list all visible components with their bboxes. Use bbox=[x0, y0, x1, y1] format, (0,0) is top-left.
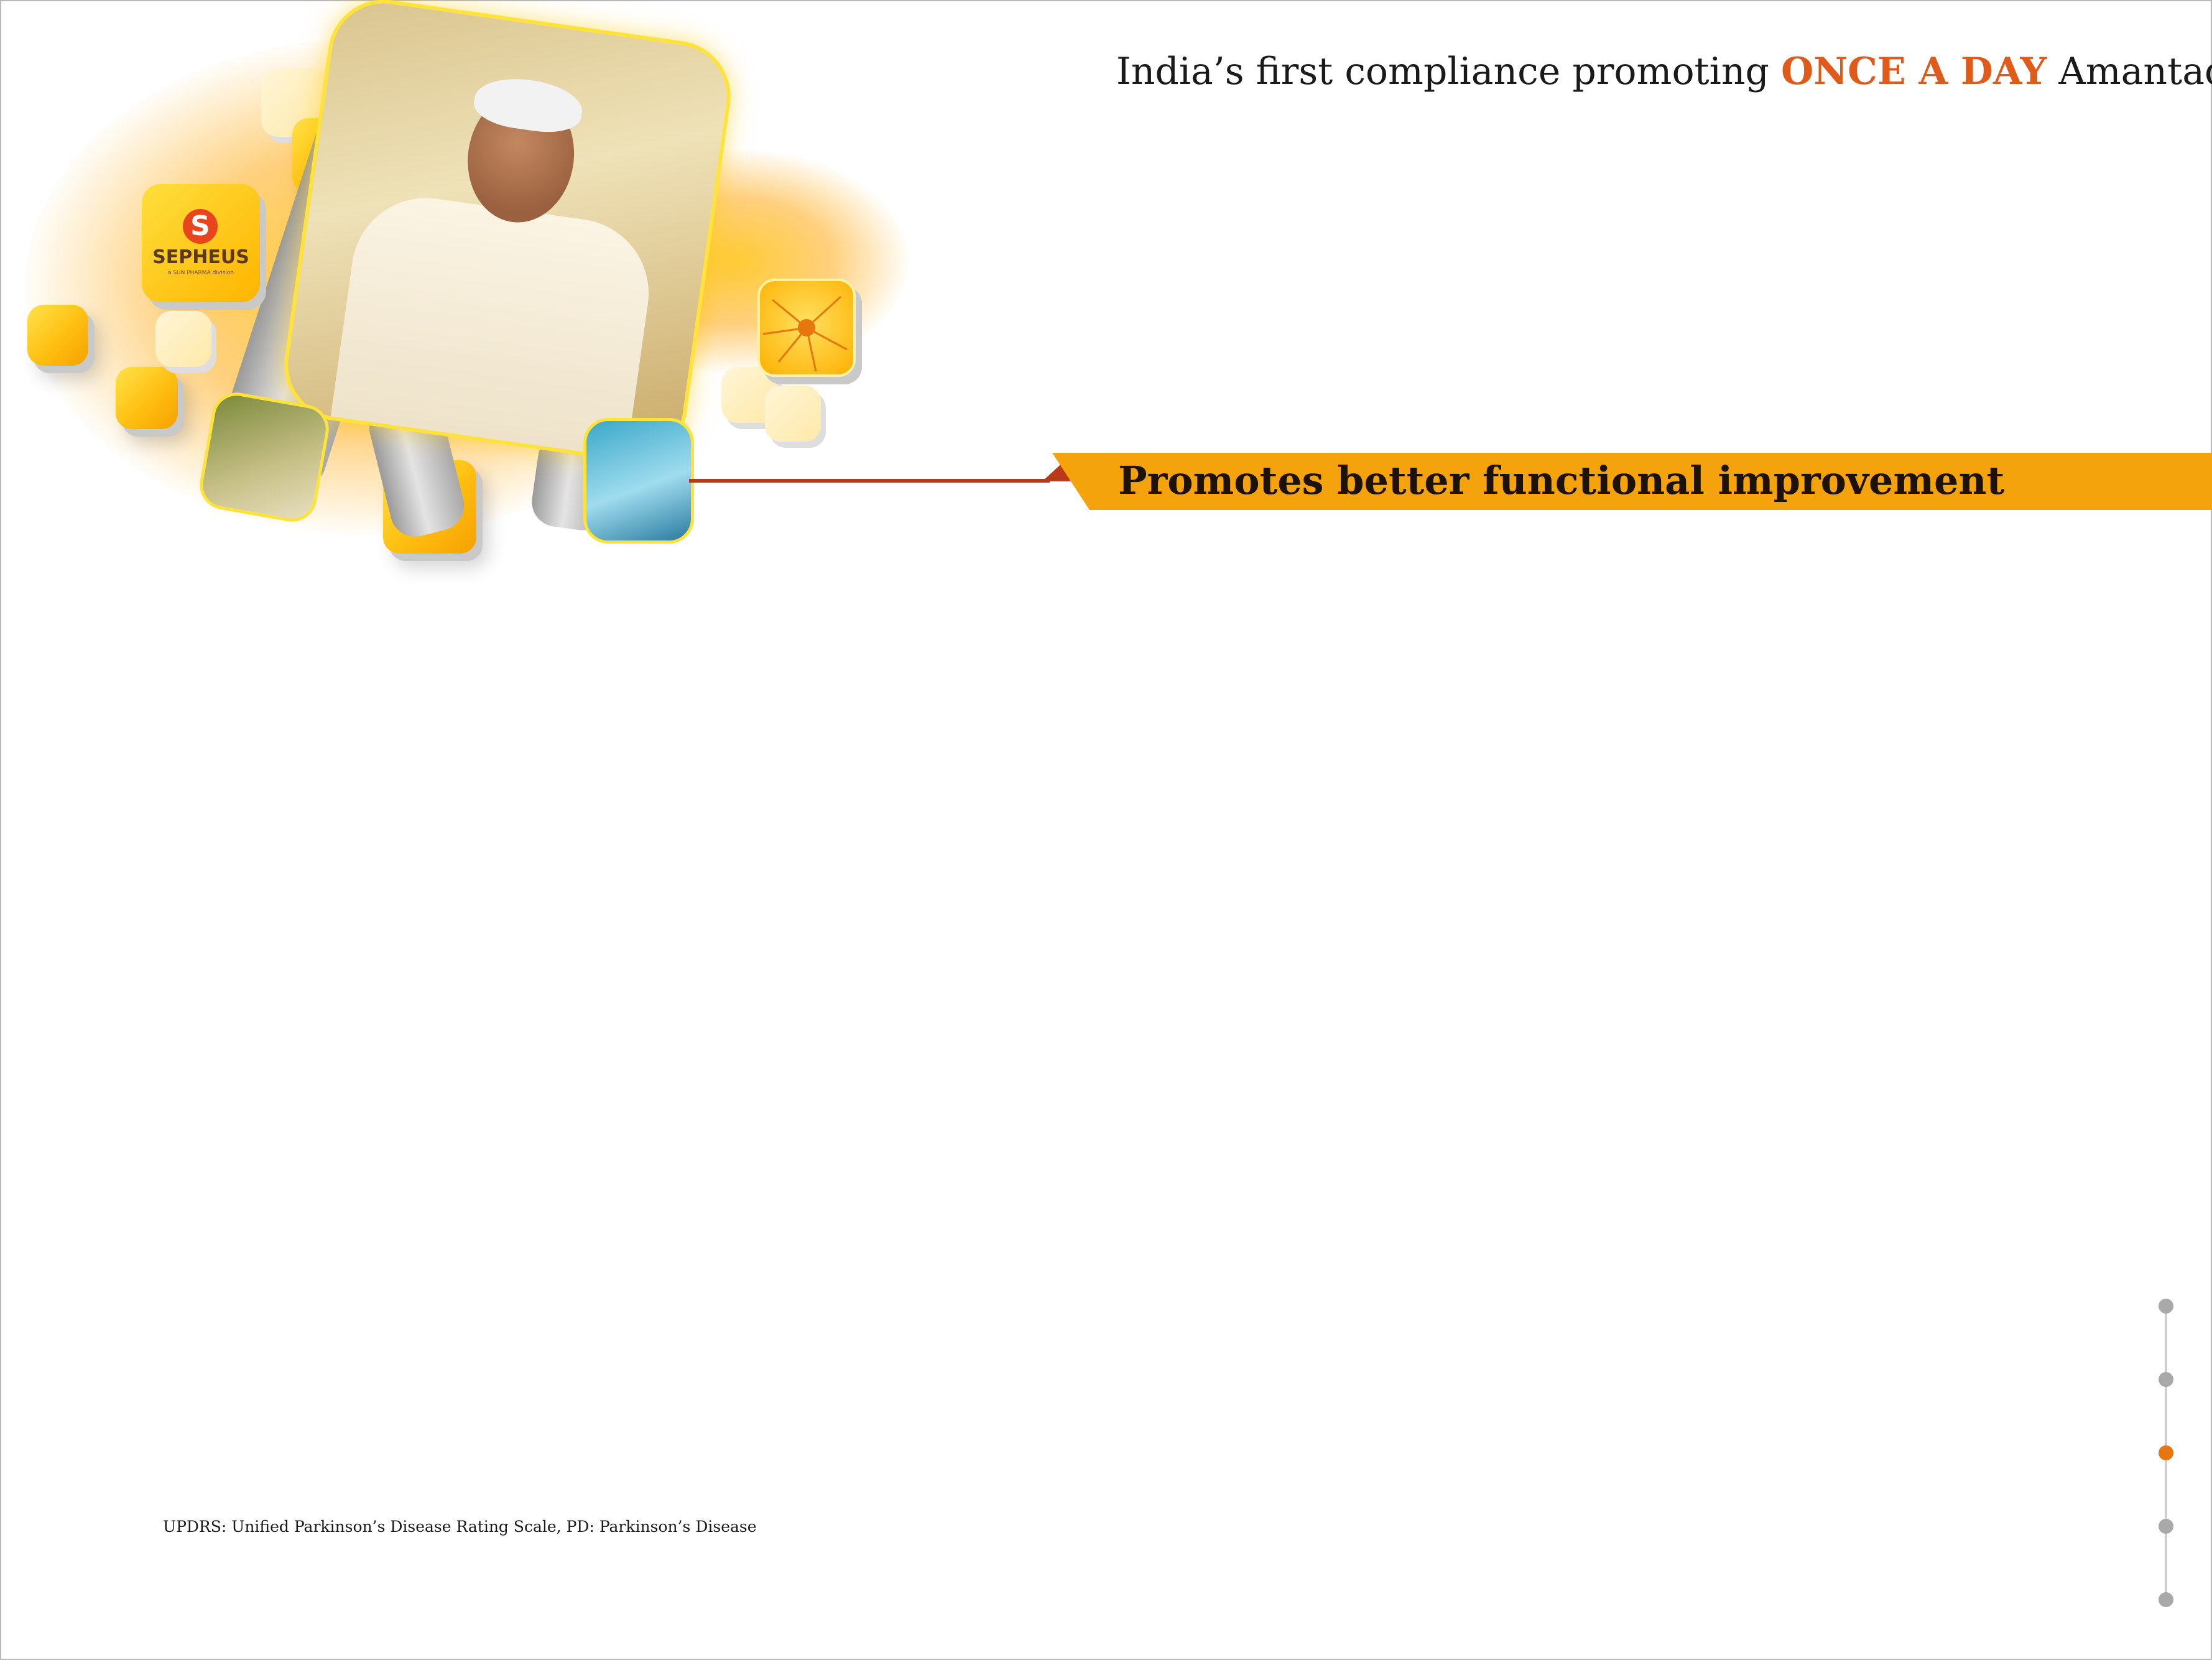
tagline-highlight: ONCE A DAY bbox=[1781, 50, 2047, 93]
pager-dot-2[interactable] bbox=[2159, 1372, 2173, 1387]
pager-dot-3[interactable] bbox=[2159, 1445, 2173, 1460]
hero-collage: S SEPHEUS a SUN PHARMA division bbox=[0, 0, 933, 585]
hero-photo-elderly-man bbox=[277, 0, 738, 470]
page-navigation bbox=[2154, 1294, 2178, 1617]
brand-name: SEPHEUS bbox=[152, 246, 249, 268]
doctor-patient-photo bbox=[195, 388, 333, 526]
brand-subtitle: a SUN PHARMA division bbox=[167, 270, 234, 276]
header-tagline: India’s first compliance promoting ONCE … bbox=[1116, 50, 2212, 93]
section-title: Promotes better functional improvement bbox=[1118, 458, 2005, 503]
decor-cube bbox=[27, 305, 88, 366]
sepheus-logo-icon: S bbox=[183, 209, 218, 244]
neuron-graphic bbox=[762, 295, 848, 372]
banner-connector-line bbox=[689, 479, 1050, 483]
decor-cube bbox=[765, 386, 821, 442]
brand-logo-tile: S SEPHEUS a SUN PHARMA division bbox=[142, 184, 260, 302]
neuron-icon bbox=[757, 279, 856, 377]
decor-cube bbox=[155, 311, 211, 367]
tagline-prefix: India’s first compliance promoting bbox=[1116, 50, 1769, 93]
pager-dot-1[interactable] bbox=[2159, 1299, 2173, 1314]
decor-cube bbox=[116, 367, 178, 429]
medical-tech-photo bbox=[583, 418, 694, 544]
pager-dot-4[interactable] bbox=[2159, 1519, 2173, 1534]
pager-dot-5[interactable] bbox=[2159, 1592, 2173, 1607]
footnote: UPDRS: Unified Parkinson’s Disease Ratin… bbox=[163, 1518, 757, 1536]
tagline-suffix: Amantadine bbox=[2058, 50, 2212, 93]
